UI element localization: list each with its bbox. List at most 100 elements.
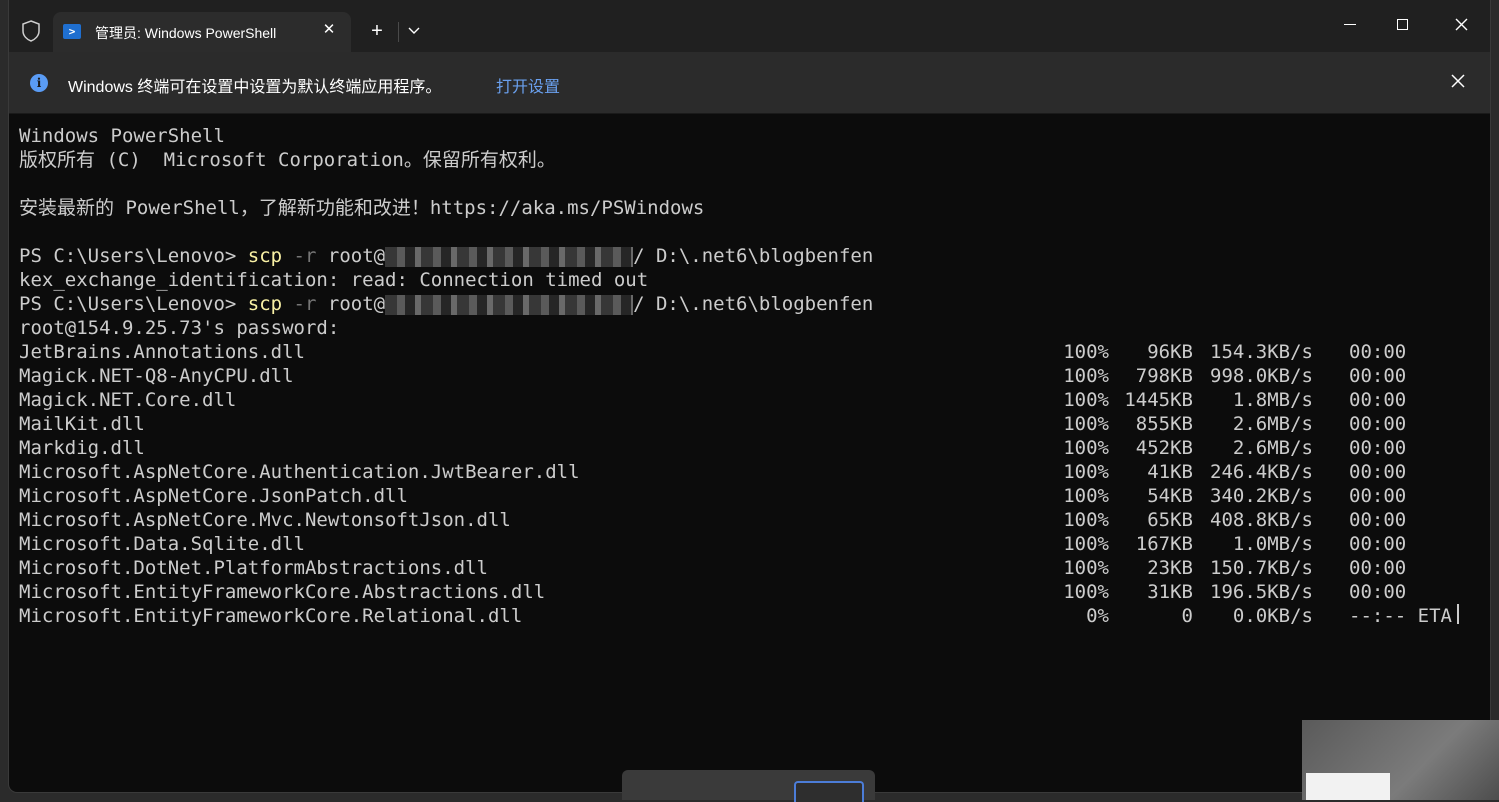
- transfer-rate: 1.0MB/s: [1232, 533, 1313, 555]
- file-name: Microsoft.EntityFrameworkCore.Relational…: [19, 605, 523, 627]
- transfer-row: JetBrains.Annotations.dll 100% 96KB 154.3KB…: [19, 340, 1479, 364]
- redacted-host: [385, 246, 634, 267]
- password-prompt: root@154.9.25.73's password:: [19, 317, 340, 339]
- transfer-row: Microsoft.AspNetCore.Mvc.NewtonsoftJson.…: [19, 508, 1479, 532]
- transfer-size: 167KB: [1135, 533, 1193, 555]
- default-terminal-infobar: i Windows 终端可在设置中设置为默认终端应用程序。 打开设置: [9, 52, 1490, 114]
- transfer-rate: 0.0KB/s: [1232, 605, 1313, 627]
- redacted-host: [385, 294, 634, 315]
- transfer-eta: 00:00: [1349, 365, 1407, 387]
- tab-title: 管理员: Windows PowerShell: [95, 25, 277, 41]
- transfer-percent: 100%: [1063, 437, 1109, 459]
- transfer-rate: 246.4KB/s: [1210, 461, 1313, 483]
- file-name: Microsoft.AspNetCore.JsonPatch.dll: [19, 485, 408, 507]
- file-name: Magick.NET.Core.dll: [19, 389, 237, 411]
- transfer-percent: 100%: [1063, 341, 1109, 363]
- transfer-percent: 100%: [1063, 581, 1109, 603]
- transfer-percent: 100%: [1063, 461, 1109, 483]
- transfer-size: 41KB: [1147, 461, 1193, 483]
- transfer-eta: 00:00: [1349, 485, 1407, 507]
- transfer-row: Markdig.dll 100% 452KB 2.6MB/s 00:00: [19, 436, 1479, 460]
- chevron-down-icon: [408, 27, 420, 34]
- transfer-row: Microsoft.AspNetCore.Authentication.JwtB…: [19, 460, 1479, 484]
- transfer-eta: 00:00: [1349, 581, 1407, 603]
- file-name: Markdig.dll: [19, 437, 145, 459]
- infobar-message: Windows 终端可在设置中设置为默认终端应用程序。: [68, 79, 442, 96]
- transfer-eta: 00:00: [1349, 533, 1407, 555]
- transfer-size: 65KB: [1147, 509, 1193, 531]
- install-line: 安装最新的 PowerShell，了解新功能和改进！https://aka.ms…: [19, 197, 705, 219]
- command-dest: / D:\.net6\blogbenfen: [633, 293, 874, 315]
- transfer-rate: 150.7KB/s: [1210, 557, 1313, 579]
- file-name: Microsoft.AspNetCore.Authentication.JwtB…: [19, 461, 580, 483]
- file-name: Microsoft.DotNet.PlatformAbstractions.dl…: [19, 557, 488, 579]
- transfer-row: Magick.NET-Q8-AnyCPU.dll 100% 798KB 998.0KB…: [19, 364, 1479, 388]
- prompt: PS C:\Users\Lenovo>: [19, 293, 248, 315]
- maximize-button[interactable]: [1397, 19, 1408, 30]
- terminal-output[interactable]: Windows PowerShell 版权所有 (C) Microsoft Co…: [19, 124, 1479, 628]
- file-name: Microsoft.AspNetCore.Mvc.NewtonsoftJson.…: [19, 509, 511, 531]
- transfer-size: 452KB: [1135, 437, 1193, 459]
- command-dest: / D:\.net6\blogbenfen: [633, 245, 874, 267]
- infobar-close-button[interactable]: [1451, 74, 1465, 88]
- transfer-size: 0: [1181, 605, 1193, 627]
- transfer-rate: 1.8MB/s: [1232, 389, 1313, 411]
- transfer-rate: 154.3KB/s: [1210, 341, 1313, 363]
- transfer-percent: 100%: [1063, 485, 1109, 507]
- transfer-size: 31KB: [1147, 581, 1193, 603]
- command-line-2: PS C:\Users\Lenovo> scp -r root@ / D:\.ne…: [19, 292, 1479, 316]
- transfer-eta: 00:00: [1349, 389, 1407, 411]
- file-name: MailKit.dll: [19, 413, 145, 435]
- transfer-row: Microsoft.Data.Sqlite.dll 100% 167KB 1.0MB/…: [19, 532, 1479, 556]
- file-name: JetBrains.Annotations.dll: [19, 341, 305, 363]
- powershell-icon: >: [63, 24, 81, 39]
- taskbar-preview-item[interactable]: [794, 781, 864, 802]
- close-tab-button[interactable]: ✕: [319, 20, 339, 40]
- transfer-size: 1445KB: [1124, 389, 1193, 411]
- transfer-rate: 340.2KB/s: [1210, 485, 1313, 507]
- new-tab-button[interactable]: +: [365, 20, 389, 44]
- transfer-list: JetBrains.Annotations.dll 100% 96KB 154.3KB…: [19, 340, 1479, 628]
- open-settings-link[interactable]: 打开设置: [496, 73, 560, 97]
- transfer-percent: 100%: [1063, 509, 1109, 531]
- transfer-percent: 100%: [1063, 533, 1109, 555]
- prompt: PS C:\Users\Lenovo>: [19, 245, 248, 267]
- transfer-eta: 00:00: [1349, 437, 1407, 459]
- transfer-rate: 196.5KB/s: [1210, 581, 1313, 603]
- transfer-row: Microsoft.EntityFrameworkCore.Abstractio…: [19, 580, 1479, 604]
- close-window-button[interactable]: [1455, 18, 1468, 31]
- transfer-rate: 2.6MB/s: [1232, 437, 1313, 459]
- terminal-window: > 管理员: Windows PowerShell ✕ + i Windows …: [9, 0, 1490, 792]
- file-name: Microsoft.Data.Sqlite.dll: [19, 533, 305, 555]
- command-flag: -r: [282, 245, 328, 267]
- transfer-size: 23KB: [1147, 557, 1193, 579]
- transfer-row: Microsoft.AspNetCore.JsonPatch.dll 100% 54…: [19, 484, 1479, 508]
- minimize-button[interactable]: [1344, 24, 1356, 25]
- transfer-percent: 100%: [1063, 413, 1109, 435]
- command-name: scp: [247, 293, 283, 315]
- error-line: kex_exchange_identification: read: Conne…: [19, 269, 649, 291]
- desktop-thumbnail-window: [1306, 773, 1390, 800]
- transfer-eta: 00:00: [1349, 509, 1407, 531]
- transfer-eta: --:-- ETA: [1349, 605, 1452, 627]
- command-flag: -r: [282, 293, 328, 315]
- transfer-size: 54KB: [1147, 485, 1193, 507]
- title-bar[interactable]: > 管理员: Windows PowerShell ✕ +: [9, 0, 1490, 52]
- file-name: Microsoft.EntityFrameworkCore.Abstractio…: [19, 581, 546, 603]
- transfer-percent: 100%: [1063, 389, 1109, 411]
- command-target-prefix: root@: [327, 245, 386, 267]
- transfer-eta: 00:00: [1349, 341, 1407, 363]
- transfer-size: 855KB: [1135, 413, 1193, 435]
- transfer-percent: 0%: [1086, 605, 1109, 627]
- tab-dropdown-button[interactable]: [405, 20, 423, 42]
- transfer-eta: 00:00: [1349, 461, 1407, 483]
- transfer-rate: 408.8KB/s: [1210, 509, 1313, 531]
- command-name: scp: [247, 245, 283, 267]
- header-line: Windows PowerShell: [19, 125, 225, 147]
- transfer-row: Microsoft.DotNet.PlatformAbstractions.dl…: [19, 556, 1479, 580]
- transfer-eta: 00:00: [1349, 413, 1407, 435]
- transfer-rate: 998.0KB/s: [1210, 365, 1313, 387]
- tab-powershell[interactable]: > 管理员: Windows PowerShell ✕: [53, 12, 351, 52]
